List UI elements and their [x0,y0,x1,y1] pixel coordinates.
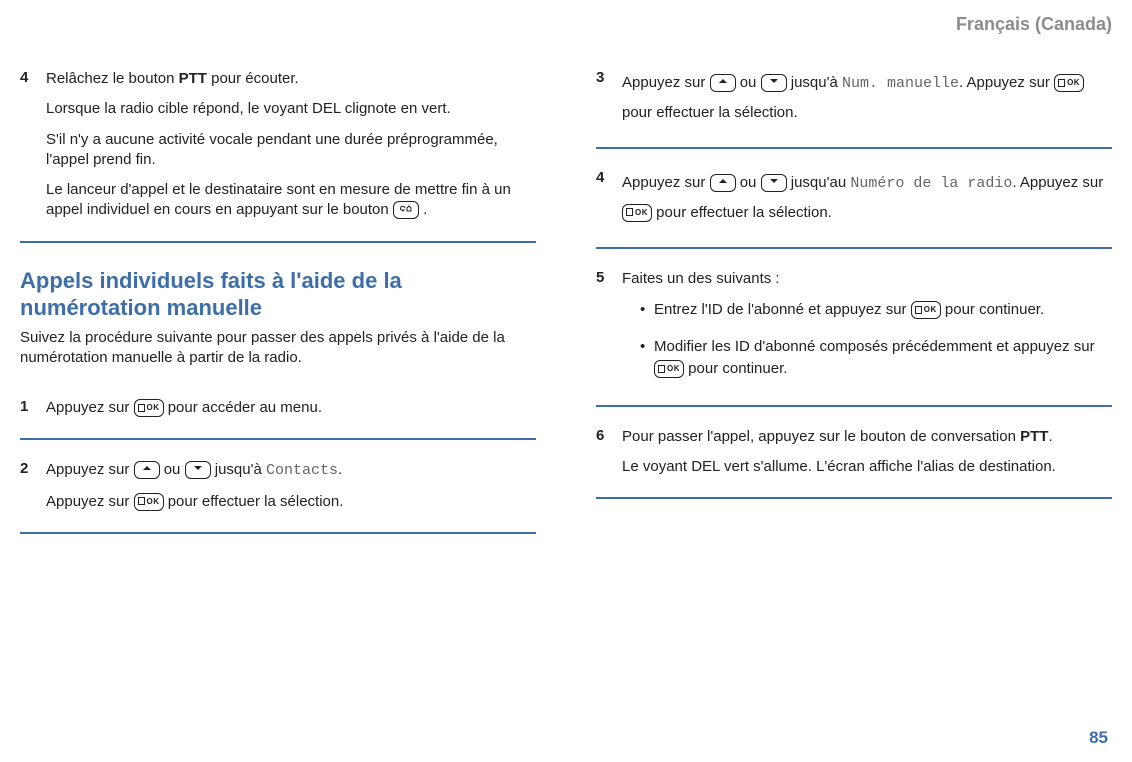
paragraph: S'il n'y a aucune activité vocale pendan… [46,130,536,171]
up-key-icon [710,74,736,92]
step-number: 4 [20,61,46,231]
paragraph: Relâchez le bouton PTT pour écouter. [46,69,536,89]
up-key-icon [710,174,736,192]
paragraph: Appuyez sur ou jusqu'à Contacts. [46,460,536,481]
right-column: 3 Appuyez sur ou jusqu'à Num. manuelle. … [596,53,1112,534]
step-body: Appuyez sur ou jusqu'à Contacts. Appuyez… [46,452,536,522]
down-key-icon [761,74,787,92]
step-number: 1 [20,390,46,428]
down-key-icon [185,461,211,479]
ok-key-icon: OK [911,301,941,319]
step-body: Pour passer l'appel, appuyez sur le bout… [622,419,1112,488]
language-header: Français (Canada) [20,10,1112,53]
bullet-list: Entrez l'ID de l'abonné et appuyez sur O… [622,299,1112,381]
left-step-2: 2 Appuyez sur ou jusqu'à Contacts. Appuy… [20,444,536,534]
list-item: Entrez l'ID de l'abonné et appuyez sur O… [640,299,1112,322]
left-column: 4 Relâchez le bouton PTT pour écouter. L… [20,53,536,534]
step-body: Appuyez sur OK pour accéder au menu. [46,390,536,428]
step-number: 6 [596,419,622,488]
up-key-icon [134,461,160,479]
home-key-icon [393,201,419,219]
paragraph: Appuyez sur OK pour effectuer la sélecti… [46,492,536,512]
step-body: Relâchez le bouton PTT pour écouter. Lor… [46,61,536,231]
paragraph: Le voyant DEL vert s'allume. L'écran aff… [622,457,1112,477]
step-number: 4 [596,161,622,237]
paragraph: Appuyez sur ou jusqu'à Num. manuelle. Ap… [622,69,1112,127]
paragraph: Appuyez sur ou jusqu'au Numéro de la rad… [622,169,1112,227]
step-body: Appuyez sur ou jusqu'au Numéro de la rad… [622,161,1112,237]
left-step-4: 4 Relâchez le bouton PTT pour écouter. L… [20,53,536,243]
section-intro: Suivez la procédure suivante pour passer… [20,328,536,369]
right-step-6: 6 Pour passer l'appel, appuyez sur le bo… [596,411,1112,500]
paragraph: Faites un des suivants : [622,269,1112,289]
ok-key-icon: OK [654,360,684,378]
ok-key-icon: OK [134,399,164,417]
paragraph: Le lanceur d'appel et le destinataire so… [46,180,536,221]
step-body: Faites un des suivants : Entrez l'ID de … [622,261,1112,395]
left-step-1: 1 Appuyez sur OK pour accéder au menu. [20,382,536,440]
document-page: Français (Canada) 4 Relâchez le bouton P… [0,0,1132,762]
right-step-3: 3 Appuyez sur ou jusqu'à Num. manuelle. … [596,53,1112,149]
right-step-5: 5 Faites un des suivants : Entrez l'ID d… [596,253,1112,407]
section-title: Appels individuels faits à l'aide de la … [20,267,536,322]
paragraph: Pour passer l'appel, appuyez sur le bout… [622,427,1112,447]
content-columns: 4 Relâchez le bouton PTT pour écouter. L… [20,53,1112,534]
step-number: 2 [20,452,46,522]
page-number: 85 [1089,728,1108,748]
paragraph: Lorsque la radio cible répond, le voyant… [46,99,536,119]
language-label: Français (Canada) [956,14,1112,34]
step-number: 3 [596,61,622,137]
list-item: Modifier les ID d'abonné composés précéd… [640,336,1112,381]
ok-key-icon: OK [622,204,652,222]
step-body: Appuyez sur ou jusqu'à Num. manuelle. Ap… [622,61,1112,137]
paragraph: Appuyez sur OK pour accéder au menu. [46,398,536,418]
down-key-icon [761,174,787,192]
step-number: 5 [596,261,622,395]
ok-key-icon: OK [1054,74,1084,92]
ok-key-icon: OK [134,493,164,511]
right-step-4: 4 Appuyez sur ou jusqu'au Numéro de la r… [596,153,1112,249]
